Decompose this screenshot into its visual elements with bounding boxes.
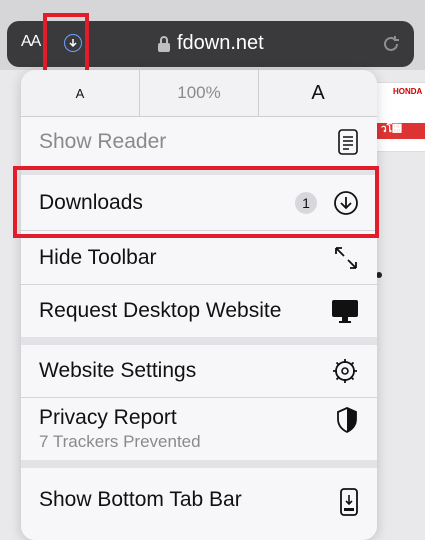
- divider: [21, 337, 377, 345]
- show-bottom-tab-bar-item[interactable]: Show Bottom Tab Bar: [21, 468, 377, 540]
- ad-brand: HONDA: [393, 87, 423, 96]
- download-indicator-highlight: [43, 13, 89, 75]
- zoom-controls: A 100% A: [21, 70, 377, 117]
- desktop-icon: [332, 300, 358, 323]
- privacy-report-label: Privacy Report: [39, 406, 177, 429]
- show-bottom-tab-bar-label: Show Bottom Tab Bar: [39, 488, 242, 511]
- expand-arrows-icon: [335, 246, 357, 269]
- reload-icon[interactable]: [380, 33, 402, 60]
- url-field[interactable]: fdown.net: [157, 32, 264, 55]
- shield-icon: [337, 407, 357, 434]
- text-size-label: AA: [21, 33, 41, 50]
- hide-toolbar-label: Hide Toolbar: [39, 245, 157, 269]
- show-reader-label: Show Reader: [39, 130, 167, 153]
- ad-banner[interactable]: HONDA วโ๭: [376, 82, 425, 152]
- downloads-highlight: [13, 166, 379, 238]
- url-text: fdown.net: [177, 32, 264, 54]
- zoom-decrease-button[interactable]: A: [21, 70, 140, 116]
- lock-icon: [158, 35, 170, 52]
- phone-icon: [340, 488, 358, 516]
- website-settings-label: Website Settings: [39, 359, 197, 382]
- ad-text: วโ๭: [381, 124, 402, 135]
- request-desktop-item[interactable]: Request Desktop Website: [21, 285, 377, 337]
- divider: [21, 460, 377, 468]
- privacy-report-item[interactable]: Privacy Report 7 Trackers Prevented: [21, 398, 377, 460]
- request-desktop-label: Request Desktop Website: [39, 299, 282, 322]
- gear-icon: [333, 359, 357, 383]
- hide-toolbar-item[interactable]: Hide Toolbar: [21, 231, 377, 284]
- zoom-increase-button[interactable]: A: [259, 70, 377, 116]
- reader-icon: [338, 129, 358, 155]
- website-settings-item[interactable]: Website Settings: [21, 345, 377, 397]
- show-reader-item[interactable]: Show Reader: [21, 117, 377, 167]
- zoom-level[interactable]: 100%: [140, 70, 259, 116]
- privacy-report-subtitle: 7 Trackers Prevented: [39, 432, 201, 451]
- privacy-report-text: Privacy Report 7 Trackers Prevented: [39, 406, 335, 452]
- text-size-button[interactable]: AA: [21, 33, 41, 51]
- page-menu: A 100% A Show Reader Downloads 1 Hide To…: [21, 70, 377, 540]
